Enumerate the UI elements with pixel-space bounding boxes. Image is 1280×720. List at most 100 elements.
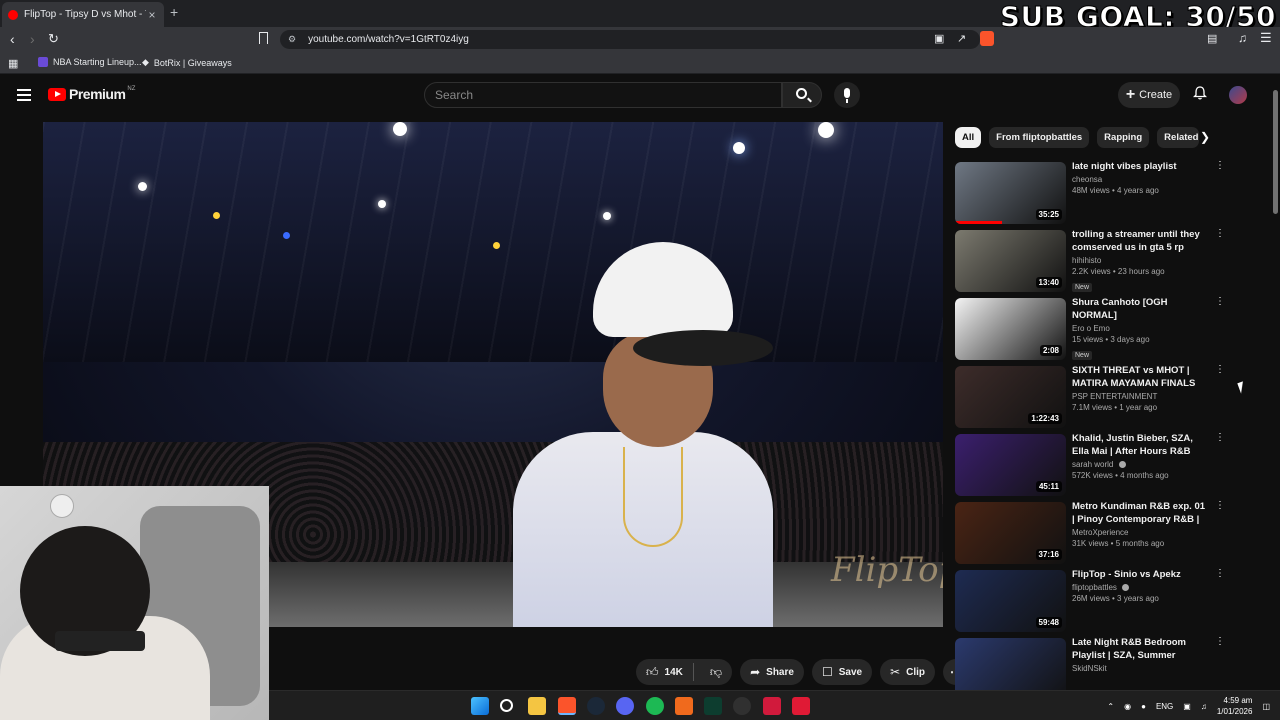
channel-name[interactable]: SkidNSkit: [1072, 664, 1107, 673]
more-vertical-icon[interactable]: ⋮: [1215, 569, 1225, 579]
terminal-icon[interactable]: [704, 697, 722, 715]
close-tab-icon[interactable]: ×: [146, 8, 158, 22]
microphone-tray-icon[interactable]: ●: [1141, 702, 1146, 711]
more-vertical-icon[interactable]: ⋮: [1215, 161, 1225, 171]
video-thumbnail[interactable]: 13:40: [955, 230, 1066, 292]
browser-tab-youtube[interactable]: FlipTop - Tipsy D vs Mhot - YouTube ×: [2, 2, 164, 27]
channel-name[interactable]: Ero o Emo: [1072, 324, 1110, 333]
notifications-bell-icon[interactable]: [1193, 86, 1207, 100]
streamer-microphone: [55, 631, 145, 651]
more-vertical-icon[interactable]: ⋮: [1215, 365, 1225, 375]
share-page-icon[interactable]: ↗: [957, 32, 966, 45]
file-explorer-icon[interactable]: [528, 697, 546, 715]
obs-icon[interactable]: [733, 697, 751, 715]
chip-all[interactable]: All: [955, 127, 982, 148]
channel-name[interactable]: sarah world: [1072, 460, 1113, 469]
app-icon[interactable]: [763, 697, 781, 715]
video-thumbnail[interactable]: 2:08: [955, 298, 1066, 360]
channel-name[interactable]: fliptopbattles: [1072, 583, 1117, 592]
notifications-icon[interactable]: ◫: [1262, 702, 1270, 711]
forward-arrow-icon[interactable]: ›: [30, 31, 35, 47]
video-title[interactable]: FlipTop - Sinio vs Apekz: [1072, 568, 1207, 581]
recommendation-item[interactable]: 37:16 Metro Kundiman R&B exp. 01 | Pinoy…: [955, 500, 1225, 568]
network-icon[interactable]: ◉: [1124, 702, 1131, 711]
video-thumbnail[interactable]: 59:48: [955, 570, 1066, 632]
chip-related[interactable]: Related: [1157, 127, 1200, 148]
video-title[interactable]: trolling a streamer until they comserved…: [1072, 228, 1207, 254]
cast-icon[interactable]: ▣: [934, 32, 944, 45]
channel-name[interactable]: cheonsa: [1072, 175, 1102, 184]
browser-menu-icon[interactable]: ☰: [1260, 30, 1272, 46]
chip-rapping[interactable]: Rapping: [1097, 127, 1150, 148]
chevron-right-icon[interactable]: ❯: [1200, 130, 1210, 144]
app-icon[interactable]: [675, 697, 693, 715]
dislike-button[interactable]: 👎︎: [700, 665, 732, 680]
more-vertical-icon[interactable]: ⋮: [1215, 297, 1225, 307]
new-tab-button[interactable]: +: [170, 4, 178, 20]
app-icon[interactable]: [792, 697, 810, 715]
recommendation-item[interactable]: 2:08 Shura Canhoto [OGH NORMAL] Ero o Em…: [955, 296, 1225, 364]
recommendation-item[interactable]: 45:11 Khalid, Justin Bieber, SZA, Ella M…: [955, 432, 1225, 500]
apps-grid-icon[interactable]: ▦: [8, 57, 18, 70]
chevron-up-icon[interactable]: ⌃: [1107, 702, 1114, 711]
youtube-logo[interactable]: Premium NZ: [48, 86, 135, 102]
video-title[interactable]: SIXTH THREAT vs MHOT | MATIRA MAYAMAN FI…: [1072, 364, 1207, 390]
url-field[interactable]: ⚙ youtube.com/watch?v=1GtRT0z4iyg: [280, 30, 980, 49]
recommendation-item[interactable]: 35:25 late night vibes playlist cheonsa …: [955, 160, 1225, 228]
display-icon[interactable]: ▣: [1183, 702, 1191, 711]
video-title[interactable]: Khalid, Justin Bieber, SZA, Ella Mai | A…: [1072, 432, 1207, 458]
sidebar-icon[interactable]: ▤: [1207, 32, 1217, 45]
spotify-icon[interactable]: [646, 697, 664, 715]
video-thumbnail[interactable]: 37:16: [955, 502, 1066, 564]
windows-start-icon[interactable]: [471, 697, 489, 715]
share-button[interactable]: ➦ Share: [740, 659, 804, 685]
save-button[interactable]: ☐ Save: [811, 659, 873, 685]
video-title[interactable]: Shura Canhoto [OGH NORMAL]: [1072, 296, 1207, 322]
tab-title: FlipTop - Tipsy D vs Mhot - YouTube: [24, 9, 146, 20]
back-arrow-icon[interactable]: ‹: [10, 31, 15, 47]
recommendation-item[interactable]: 13:40 trolling a streamer until they com…: [955, 228, 1225, 296]
more-vertical-icon[interactable]: ⋮: [1215, 229, 1225, 239]
search-button[interactable]: [782, 82, 822, 108]
hamburger-menu-icon[interactable]: [17, 89, 31, 101]
taskbar-clock[interactable]: 4:59 am 1/01/2026: [1217, 695, 1253, 717]
video-thumbnail[interactable]: 1:22:43: [955, 366, 1066, 428]
video-title[interactable]: Metro Kundiman R&B exp. 01 | Pinoy Conte…: [1072, 500, 1207, 526]
reload-icon[interactable]: ↻: [48, 31, 59, 47]
volume-icon[interactable]: ♫: [1201, 702, 1207, 711]
brave-shield-icon[interactable]: [980, 31, 994, 46]
bookmark-icon[interactable]: [259, 32, 268, 44]
chip-from-fliptopbattles[interactable]: From fliptopbattles: [989, 127, 1090, 148]
create-button[interactable]: + Create: [1118, 82, 1180, 108]
diamond-icon: ◆: [142, 57, 149, 67]
channel-name[interactable]: PSP ENTERTAINMENT: [1072, 392, 1157, 401]
like-button[interactable]: 👍︎ 14K: [636, 663, 694, 681]
video-thumbnail[interactable]: 35:25: [955, 162, 1066, 224]
recommendation-item[interactable]: 59:48 FlipTop - Sinio vs Apekz fliptopba…: [955, 568, 1225, 636]
media-icon[interactable]: ♫: [1238, 31, 1247, 45]
search-input[interactable]: Search: [424, 82, 782, 108]
video-title[interactable]: Late Night R&B Bedroom Playlist | SZA, S…: [1072, 636, 1207, 662]
bookmark-botrix[interactable]: ◆ BotRix | Giveaways: [142, 57, 232, 68]
video-stats: 48M views • 4 years ago: [1072, 186, 1159, 195]
video-title[interactable]: late night vibes playlist: [1072, 160, 1207, 173]
bookmark-nba[interactable]: NBA Starting Lineup...: [38, 57, 142, 67]
taskbar-search-icon[interactable]: [500, 699, 513, 712]
discord-icon[interactable]: [616, 697, 634, 715]
video-thumbnail[interactable]: 45:11: [955, 434, 1066, 496]
scrollbar-thumb[interactable]: [1273, 90, 1278, 214]
channel-name[interactable]: MetroXperience: [1072, 528, 1128, 537]
more-vertical-icon[interactable]: ⋮: [1215, 637, 1225, 647]
brave-browser-icon[interactable]: [558, 697, 576, 715]
steam-icon[interactable]: [587, 697, 605, 715]
voice-search-icon[interactable]: [834, 82, 860, 108]
account-avatar[interactable]: [1229, 86, 1247, 104]
recommendations-list: 35:25 late night vibes playlist cheonsa …: [955, 160, 1225, 704]
language-indicator[interactable]: ENG: [1156, 702, 1173, 711]
recommendation-item[interactable]: 1:22:43 SIXTH THREAT vs MHOT | MATIRA MA…: [955, 364, 1225, 432]
more-vertical-icon[interactable]: ⋮: [1215, 433, 1225, 443]
channel-name[interactable]: hihihisto: [1072, 256, 1101, 265]
clip-button[interactable]: ✂ Clip: [880, 659, 936, 685]
more-vertical-icon[interactable]: ⋮: [1215, 501, 1225, 511]
site-info-icon[interactable]: ⚙: [288, 34, 296, 45]
